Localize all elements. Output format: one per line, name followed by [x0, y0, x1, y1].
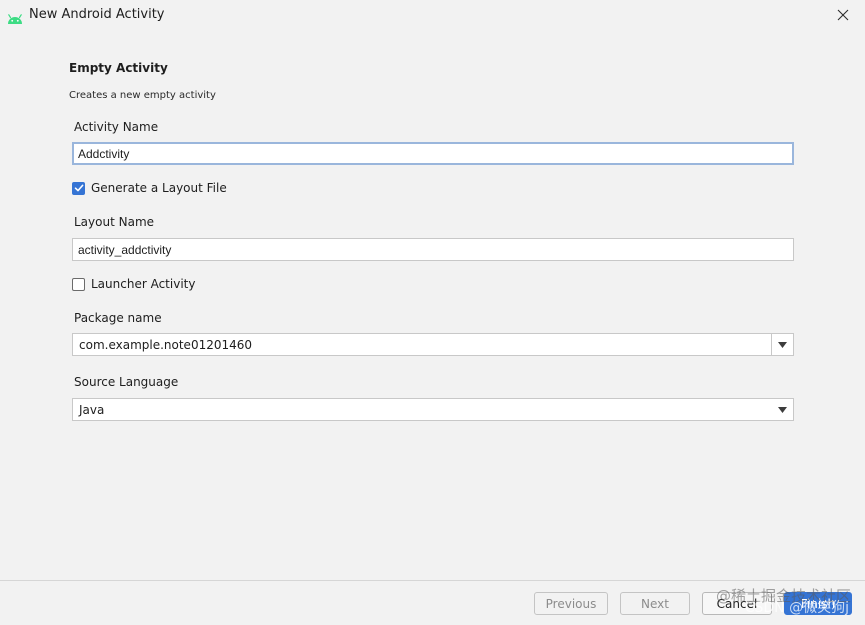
source-language-label: Source Language — [74, 375, 179, 389]
package-name-label: Package name — [74, 311, 162, 325]
activity-name-input[interactable] — [72, 142, 794, 165]
close-icon — [837, 9, 849, 21]
close-button[interactable] — [821, 0, 865, 30]
chevron-down-icon — [778, 341, 787, 348]
generate-layout-checkbox[interactable] — [72, 181, 85, 195]
source-language-dropdown-button[interactable] — [772, 399, 793, 420]
cancel-button[interactable]: Cancel — [702, 592, 772, 615]
finish-button[interactable]: Finish — [784, 592, 852, 615]
checkmark-icon — [74, 184, 83, 192]
launcher-activity-checkbox[interactable] — [72, 277, 85, 291]
package-name-dropdown-button[interactable] — [771, 334, 793, 355]
window-title: New Android Activity — [29, 7, 165, 22]
generate-layout-row[interactable]: Generate a Layout File — [72, 180, 227, 196]
previous-button[interactable]: Previous — [534, 592, 608, 615]
package-name-value[interactable]: com.example.note01201460 — [79, 338, 252, 352]
title-bar: New Android Activity — [0, 0, 865, 30]
footer-divider — [0, 580, 865, 581]
android-icon — [7, 9, 23, 24]
page-description: Creates a new empty activity — [69, 90, 216, 101]
activity-name-label: Activity Name — [74, 120, 159, 134]
new-android-activity-dialog: New Android Activity Empty Activity Crea… — [0, 0, 865, 625]
package-name-combobox[interactable]: com.example.note01201460 — [72, 333, 794, 356]
launcher-activity-label: Launcher Activity — [91, 277, 196, 291]
layout-name-label: Layout Name — [74, 215, 155, 229]
generate-layout-label: Generate a Layout File — [91, 181, 227, 195]
page-title: Empty Activity — [69, 61, 168, 75]
source-language-select[interactable]: Java — [72, 398, 794, 421]
layout-name-input[interactable] — [72, 238, 794, 261]
source-language-value: Java — [79, 403, 105, 417]
next-button[interactable]: Next — [620, 592, 690, 615]
chevron-down-icon — [778, 406, 787, 413]
launcher-activity-row[interactable]: Launcher Activity — [72, 276, 195, 292]
form-content: Empty Activity Creates a new empty activ… — [0, 30, 865, 580]
